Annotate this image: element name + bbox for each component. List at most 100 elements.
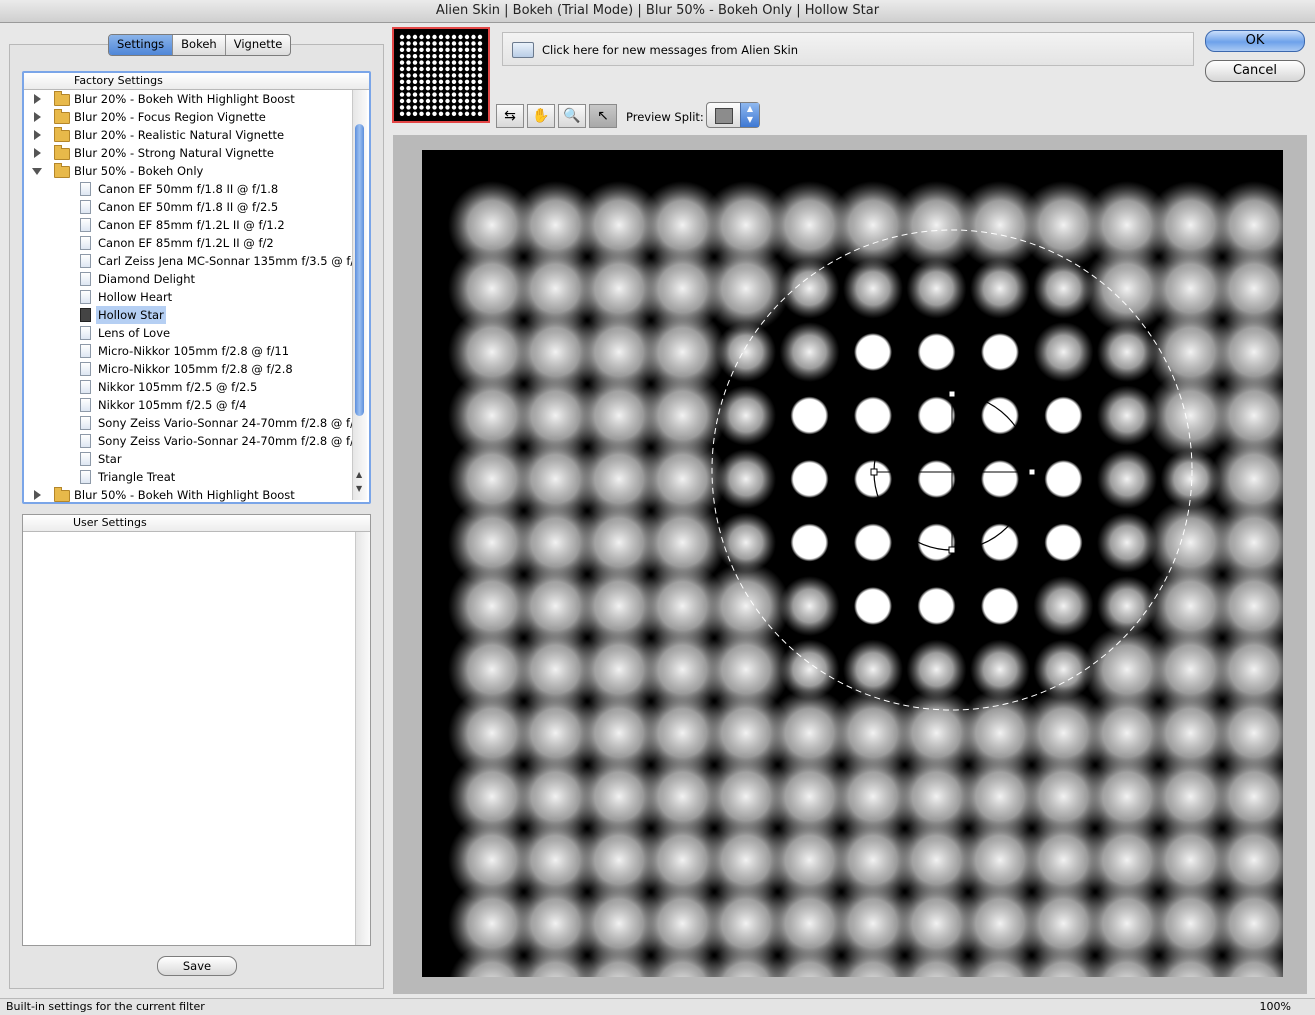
- user-list-scrollbar[interactable]: [355, 532, 370, 945]
- zoom-level: 100%: [1259, 1000, 1291, 1013]
- preset-document-icon: [80, 236, 91, 250]
- preset-item[interactable]: Nikkor 105mm f/2.5 @ f/4: [24, 396, 356, 414]
- preset-folder[interactable]: Blur 20% - Strong Natural Vignette: [24, 144, 356, 162]
- disclosure-closed-icon[interactable]: [34, 490, 41, 500]
- tab-bokeh[interactable]: Bokeh: [172, 35, 225, 55]
- settings-tab-bar: Settings Bokeh Vignette: [108, 34, 292, 56]
- scroll-down-arrow-icon[interactable]: ▼: [356, 484, 362, 493]
- scroll-up-arrow-icon[interactable]: ▲: [356, 470, 362, 479]
- preset-label: Micro-Nikkor 105mm f/2.8 @ f/11: [98, 344, 290, 358]
- preset-document-icon: [80, 200, 91, 214]
- window-title: Alien Skin | Bokeh (Trial Mode) | Blur 5…: [0, 0, 1315, 23]
- preset-item[interactable]: Triangle Treat: [24, 468, 356, 486]
- folder-label: Blur 20% - Realistic Natural Vignette: [74, 128, 285, 142]
- preset-item[interactable]: Lens of Love: [24, 324, 356, 342]
- folder-icon: [54, 487, 70, 502]
- preset-item[interactable]: Nikkor 105mm f/2.5 @ f/2.5: [24, 378, 356, 396]
- messages-bar[interactable]: Click here for new messages from Alien S…: [502, 32, 1194, 66]
- preview-canvas[interactable]: [422, 150, 1283, 977]
- preset-folder[interactable]: Blur 20% - Realistic Natural Vignette: [24, 126, 356, 144]
- preset-document-icon: [80, 218, 91, 232]
- envelope-icon: [512, 42, 534, 58]
- factory-list-scrollbar[interactable]: ▲ ▼: [352, 90, 367, 500]
- tab-settings[interactable]: Settings: [109, 35, 173, 55]
- cancel-button[interactable]: Cancel: [1205, 60, 1305, 82]
- selected-preset-label: Hollow Star: [96, 306, 166, 324]
- preset-folder[interactable]: Blur 50% - Bokeh Only: [24, 162, 356, 180]
- tab-vignette[interactable]: Vignette: [224, 35, 291, 55]
- folder-icon: [54, 145, 70, 160]
- preset-document-icon: [80, 416, 91, 430]
- disclosure-closed-icon[interactable]: [34, 148, 41, 158]
- folder-icon: [54, 127, 70, 142]
- factory-settings-header: Factory Settings: [24, 73, 369, 90]
- preset-folder[interactable]: Blur 50% - Bokeh With Highlight Boost: [24, 486, 356, 502]
- preset-document-icon: [80, 290, 91, 304]
- preset-document-icon: [80, 308, 91, 322]
- preview-toolbar: ⇆ ✋ 🔍 ↖: [496, 104, 620, 130]
- factory-settings-list: Factory Settings Blur 20% - Bokeh With H…: [22, 71, 371, 504]
- preset-label: Sony Zeiss Vario-Sonnar 24-70mm f/2.8 @ …: [98, 416, 356, 430]
- preset-item[interactable]: Hollow Star: [24, 306, 356, 324]
- preset-item[interactable]: Canon EF 50mm f/1.8 II @ f/1.8: [24, 180, 356, 198]
- preset-item[interactable]: Diamond Delight: [24, 270, 356, 288]
- preset-item[interactable]: Canon EF 85mm f/1.2L II @ f/2: [24, 234, 356, 252]
- disclosure-closed-icon[interactable]: [34, 130, 41, 140]
- disclosure-closed-icon[interactable]: [34, 112, 41, 122]
- disclosure-closed-icon[interactable]: [34, 94, 41, 104]
- preset-label: Diamond Delight: [98, 272, 195, 286]
- preset-item[interactable]: Canon EF 50mm f/1.8 II @ f/2.5: [24, 198, 356, 216]
- preset-label: Micro-Nikkor 105mm f/2.8 @ f/2.8: [98, 362, 293, 376]
- preset-folder[interactable]: Blur 20% - Bokeh With Highlight Boost: [24, 90, 356, 108]
- messages-text: Click here for new messages from Alien S…: [542, 43, 798, 57]
- preset-label: Hollow Heart: [98, 290, 173, 304]
- preset-tree: Blur 20% - Bokeh With Highlight Boost Blu…: [24, 90, 356, 502]
- preset-label: Nikkor 105mm f/2.5 @ f/4: [98, 398, 247, 412]
- preset-item[interactable]: Micro-Nikkor 105mm f/2.8 @ f/2.8: [24, 360, 356, 378]
- preset-label: Canon EF 85mm f/1.2L II @ f/2: [98, 236, 274, 250]
- preset-label: Carl Zeiss Jena MC-Sonnar 135mm f/3.5 @ …: [98, 254, 356, 268]
- preset-document-icon: [80, 254, 91, 268]
- split-mode-swatch: [715, 108, 733, 124]
- preset-label: Canon EF 50mm f/1.8 II @ f/1.8: [98, 182, 279, 196]
- preset-label: Canon EF 50mm f/1.8 II @ f/2.5: [98, 200, 279, 214]
- hand-icon[interactable]: ✋: [527, 104, 555, 128]
- folder-icon: [54, 91, 70, 106]
- navigator-thumbnail[interactable]: [392, 27, 490, 123]
- preset-label: Nikkor 105mm f/2.5 @ f/2.5: [98, 380, 258, 394]
- compare-icon[interactable]: ⇆: [496, 104, 524, 128]
- preview-split-label: Preview Split:: [626, 110, 704, 124]
- bokeh-preview-image[interactable]: [422, 150, 1283, 977]
- preset-item[interactable]: Canon EF 85mm f/1.2L II @ f/1.2: [24, 216, 356, 234]
- preset-item[interactable]: Sony Zeiss Vario-Sonnar 24-70mm f/2.8 @ …: [24, 432, 356, 450]
- thumbnail-dots: [399, 34, 483, 117]
- user-settings-list: User Settings: [22, 514, 371, 946]
- preset-item[interactable]: Hollow Heart: [24, 288, 356, 306]
- preset-document-icon: [80, 380, 91, 394]
- preset-item[interactable]: Micro-Nikkor 105mm f/2.8 @ f/11: [24, 342, 356, 360]
- preset-document-icon: [80, 470, 91, 484]
- preset-document-icon: [80, 272, 91, 286]
- preview-split-select[interactable]: ▲ ▼: [706, 102, 760, 128]
- pointer-icon[interactable]: ↖: [589, 104, 617, 128]
- user-settings-header: User Settings: [23, 515, 370, 532]
- preset-item[interactable]: Sony Zeiss Vario-Sonnar 24-70mm f/2.8 @ …: [24, 414, 356, 432]
- save-button[interactable]: Save: [157, 956, 237, 976]
- preset-item[interactable]: Carl Zeiss Jena MC-Sonnar 135mm f/3.5 @ …: [24, 252, 356, 270]
- folder-label: Blur 20% - Bokeh With Highlight Boost: [74, 92, 295, 106]
- preset-label: Lens of Love: [98, 326, 171, 340]
- status-bar: Built-in settings for the current filter…: [0, 998, 1315, 1015]
- preset-document-icon: [80, 344, 91, 358]
- preset-label: Triangle Treat: [98, 470, 176, 484]
- disclosure-open-icon[interactable]: [32, 168, 42, 175]
- preset-folder[interactable]: Blur 20% - Focus Region Vignette: [24, 108, 356, 126]
- folder-label: Blur 20% - Focus Region Vignette: [74, 110, 266, 124]
- zoom-icon[interactable]: 🔍: [558, 104, 586, 128]
- folder-icon: [54, 109, 70, 124]
- ok-button[interactable]: OK: [1205, 30, 1305, 52]
- folder-label: Blur 50% - Bokeh With Highlight Boost: [74, 488, 295, 502]
- status-text: Built-in settings for the current filter: [6, 1000, 205, 1013]
- folder-label: Blur 50% - Bokeh Only: [74, 164, 204, 178]
- scrollbar-thumb[interactable]: [355, 124, 364, 416]
- preset-item[interactable]: Star: [24, 450, 356, 468]
